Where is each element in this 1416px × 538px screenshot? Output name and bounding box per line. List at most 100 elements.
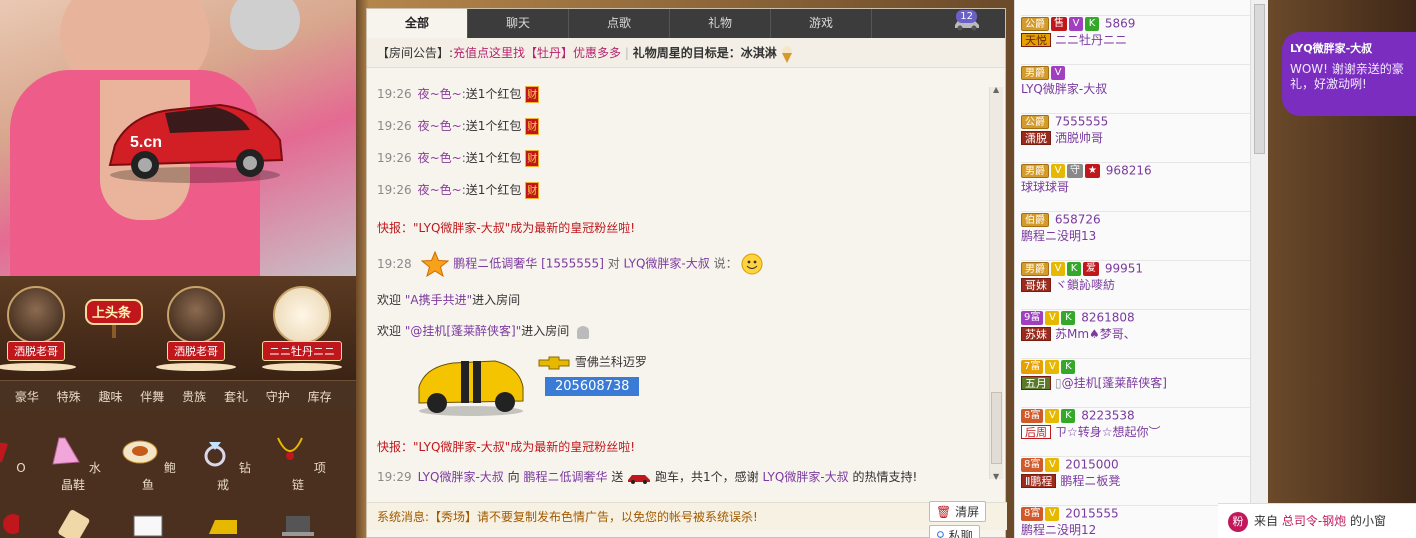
- msg-user[interactable]: 夜~色~:: [418, 151, 466, 165]
- tab-game[interactable]: 游戏: [771, 9, 872, 38]
- k-badge: K: [1061, 310, 1076, 325]
- scroll-up-icon[interactable]: ▲: [993, 85, 999, 94]
- gift-row2-1[interactable]: [0, 506, 30, 538]
- red-packet-icon[interactable]: 财: [525, 182, 540, 199]
- love-badge: 爱: [1083, 261, 1099, 276]
- flash-news: 快报："LYQ微胖家-大叔"成为最新的皇冠粉丝啦!: [377, 440, 636, 454]
- user-row[interactable]: 公爵售 V K 5869 天悦 ニニ牡丹ニニ: [1021, 16, 1253, 65]
- gift-row2-3[interactable]: [117, 506, 179, 538]
- tab-gift[interactable]: 礼物: [670, 9, 771, 38]
- gift-crystal-shoe[interactable]: 水晶鞋: [42, 434, 104, 493]
- chat-scrollbar[interactable]: ▲ ▼: [989, 85, 1003, 481]
- tab-guard[interactable]: 守护: [259, 381, 297, 412]
- user-row[interactable]: 公爵 7555555 潇脱 洒脱帅哥: [1021, 114, 1253, 163]
- fanbox-who[interactable]: 总司令-钢炮: [1282, 514, 1346, 528]
- trash-icon: 🗑: [936, 505, 952, 519]
- private-chat-button[interactable]: ⚲ 私聊: [929, 525, 980, 538]
- scroll-thumb[interactable]: [991, 392, 1002, 464]
- user-name: 洒脱帅哥: [1055, 130, 1104, 145]
- gift-icon: [3, 514, 23, 534]
- scroll-down-icon[interactable]: ▼: [993, 472, 999, 481]
- user-list-scrollbar[interactable]: [1250, 0, 1268, 538]
- v-badge: V: [1045, 457, 1060, 472]
- gift-row2-2[interactable]: [42, 506, 104, 538]
- heel-icon: [0, 442, 9, 462]
- gift-from[interactable]: LYQ微胖家-大叔: [418, 470, 504, 484]
- gift-abalone[interactable]: 鲍鱼: [117, 434, 179, 493]
- tab-all[interactable]: 全部: [367, 9, 468, 38]
- k-badge: K: [1061, 359, 1076, 374]
- tab-inventory[interactable]: 库存: [301, 381, 339, 412]
- gift-necklace[interactable]: 项链: [267, 434, 329, 493]
- welcome-name[interactable]: "A携手共进": [405, 293, 472, 307]
- star-badge: ★: [1085, 163, 1100, 178]
- rich-badge: 8富: [1021, 457, 1044, 472]
- v-badge: V: [1045, 310, 1060, 325]
- avatar: [167, 286, 225, 344]
- gifter-3[interactable]: ニニ牡丹ニニ: [262, 286, 342, 371]
- notice-link[interactable]: 充值点这里找【牡丹】优惠多多: [453, 46, 621, 60]
- user-row[interactable]: 男爵 V K 爱 99951 哥妹 ヾ鎖訫嘜紡: [1021, 261, 1253, 310]
- user-row[interactable]: 男爵 V LYQ微胖家-大叔: [1021, 65, 1253, 114]
- user-row[interactable]: 8富 V 2015000 Ⅱ鹏程 鹏程ニ板凳: [1021, 457, 1253, 506]
- rich-badge: 8富: [1021, 408, 1044, 423]
- fanbox-post: 的小窗: [1350, 514, 1387, 528]
- gift-thanker[interactable]: LYQ微胖家-大叔: [762, 470, 848, 484]
- notice-sep: |: [624, 46, 629, 60]
- tab-fun[interactable]: 趣味: [91, 381, 129, 412]
- flash-news: 快报："LYQ微胖家-大叔"成为最新的皇冠粉丝啦!: [377, 221, 636, 235]
- msg-text: 送1个红包: [465, 183, 522, 197]
- star-icon: [421, 250, 450, 278]
- welcome-name[interactable]: "@挂机[蓬莱醉侠客]": [405, 324, 521, 338]
- welcome-row: 欢迎 "@挂机[蓬莱醉侠客]"进入房间: [377, 322, 593, 340]
- gift-to[interactable]: 鹏程ニ低调奢华: [523, 470, 607, 484]
- msg-user[interactable]: 夜~色~:: [418, 87, 466, 101]
- user-row[interactable]: 8富 V K 8223538 后周 ㄗ☆转身☆想起你︶: [1021, 408, 1253, 457]
- rich-badge: 9富: [1021, 310, 1044, 325]
- user-row[interactable]: 男爵 V 守 ★ 968216 球球球哥: [1021, 163, 1253, 212]
- abalone-icon: [122, 440, 158, 464]
- headline-sign-icon[interactable]: 上头条: [84, 298, 144, 338]
- gift-heel[interactable]: O: [0, 434, 30, 475]
- user-id: 2015000: [1065, 457, 1119, 472]
- user-row[interactable]: 9富 V K 8261808 苏妹 苏Mm♠梦哥、: [1021, 310, 1253, 359]
- tab-set[interactable]: 套礼: [217, 381, 255, 412]
- private-label: 私聊: [948, 529, 973, 538]
- tab-special[interactable]: 特殊: [50, 381, 88, 412]
- tab-chat[interactable]: 聊天: [468, 9, 569, 38]
- clear-screen-button[interactable]: 🗑 清屏: [929, 501, 987, 522]
- tab-song[interactable]: 点歌: [569, 9, 670, 38]
- side-effects: LYQ微胖家-大叔 WOW! 谢谢亲送的豪礼，好激动咧!: [1268, 0, 1416, 538]
- tab-luxury[interactable]: 豪华: [8, 381, 46, 412]
- v-badge: V: [1051, 261, 1065, 276]
- gift-diamond-ring[interactable]: 钻戒: [192, 434, 254, 493]
- tab-noble[interactable]: 贵族: [175, 381, 213, 412]
- notice-prefix: 【房间公告】:: [377, 46, 454, 60]
- tab-car[interactable]: 12: [872, 9, 1005, 38]
- scroll-thumb[interactable]: [1254, 4, 1265, 154]
- say-from[interactable]: 鹏程ニ低调奢华 [1555555]: [453, 257, 604, 271]
- private-window-notice[interactable]: 粉来自 总司令-钢炮 的小窗: [1218, 503, 1416, 538]
- red-packet-icon[interactable]: 财: [525, 150, 540, 167]
- bubble-name: LYQ微胖家-大叔: [1290, 42, 1373, 55]
- red-packet-icon[interactable]: 财: [525, 86, 540, 103]
- say-to[interactable]: LYQ微胖家-大叔: [624, 257, 710, 271]
- user-id: 8223538: [1081, 408, 1135, 423]
- user-id: 658726: [1054, 212, 1101, 227]
- tab-dance[interactable]: 伴舞: [133, 381, 171, 412]
- user-row[interactable]: 7富 V K 五月 ▯@挂机[蓬莱醉侠客]: [1021, 359, 1253, 408]
- message-row: 19:26 夜~色~:送1个红包 财: [377, 117, 540, 135]
- microphone: [230, 0, 300, 50]
- gifter-1[interactable]: 洒脱老哥: [0, 286, 76, 371]
- user-id: 99951: [1104, 261, 1144, 276]
- user-row-partial[interactable]: [1021, 0, 1253, 16]
- msg-user[interactable]: 夜~色~:: [418, 183, 466, 197]
- red-packet-icon[interactable]: 财: [525, 118, 540, 135]
- say-row: 19:28 鹏程ニ低调奢华 [1555555] 对 LYQ微胖家-大叔 说：: [377, 250, 763, 278]
- gift-row2-5[interactable]: [267, 506, 329, 538]
- gifter-2[interactable]: 洒脱老哥: [156, 286, 236, 371]
- gift-row2-4[interactable]: [192, 506, 254, 538]
- user-row[interactable]: 伯爵 658726 鹏程ニ没明13: [1021, 212, 1253, 261]
- user-name: ㄗ☆转身☆想起你︶: [1055, 424, 1161, 439]
- msg-user[interactable]: 夜~色~:: [418, 119, 466, 133]
